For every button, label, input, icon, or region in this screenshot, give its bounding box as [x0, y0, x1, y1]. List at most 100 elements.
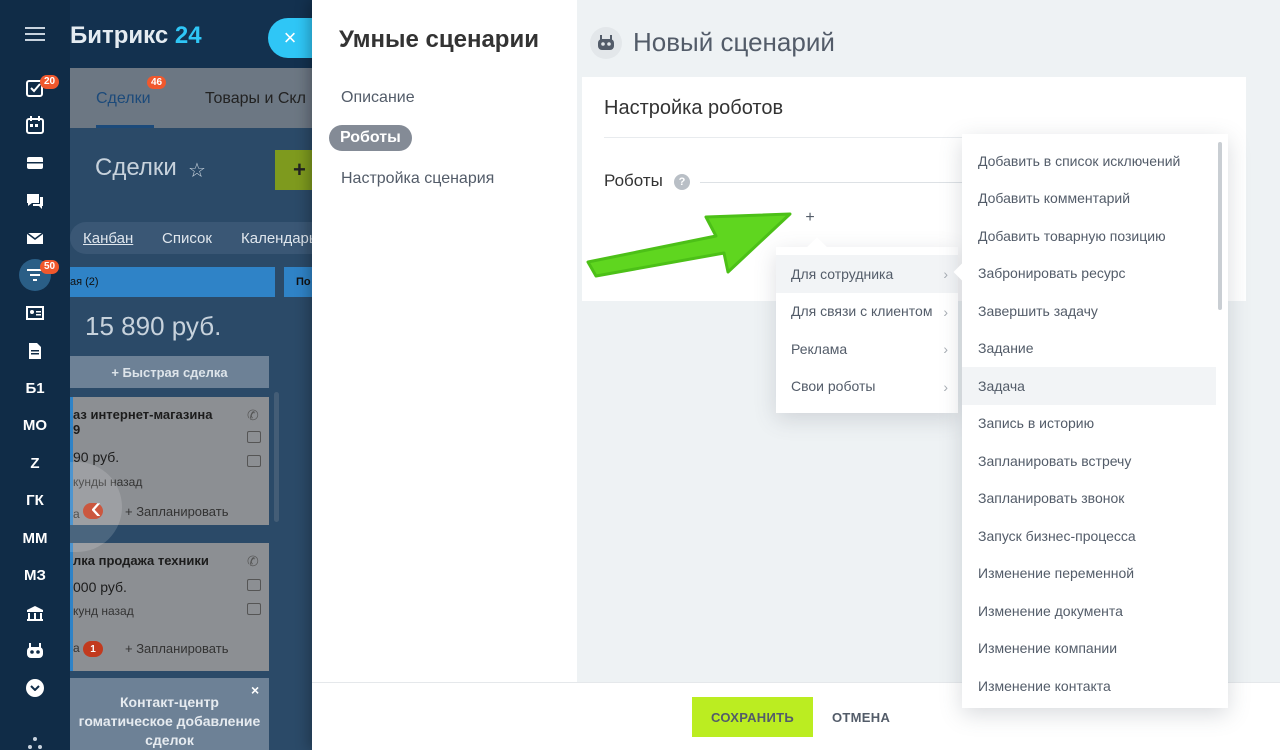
robot-list-item[interactable]: Запланировать встречу: [962, 442, 1228, 480]
star-icon[interactable]: ☆: [188, 158, 206, 183]
chat-bubble-icon[interactable]: [247, 603, 261, 615]
filter-badge: 50: [40, 260, 60, 274]
tasks-badge: 20: [40, 75, 60, 89]
rail-item-mo[interactable]: МО: [0, 410, 70, 440]
panel-title: Умные сценарии: [339, 26, 539, 53]
robot-list-item[interactable]: Изменение документа: [962, 592, 1228, 630]
robot-list-item[interactable]: Изменение компании: [962, 630, 1228, 668]
nav-robots[interactable]: Роботы: [329, 125, 412, 151]
rail-item-mm[interactable]: ММ: [0, 523, 70, 553]
robot-list-item[interactable]: Изменение контакта: [962, 667, 1228, 705]
add-robot-button[interactable]: +: [802, 209, 818, 226]
rail-item-z[interactable]: Z: [0, 448, 70, 478]
menu-item-client-communication[interactable]: Для связи с клиентом ›: [776, 293, 958, 331]
submenu-scrollbar[interactable]: [1218, 142, 1222, 310]
chat-icon[interactable]: [0, 186, 70, 216]
email-icon[interactable]: [247, 431, 261, 443]
robot-list-item[interactable]: Задание: [962, 330, 1228, 368]
save-button[interactable]: СОХРАНИТЬ: [692, 697, 813, 737]
bg-crm-tabs: Сделки 46 Товары и Скл: [70, 68, 315, 128]
contacts-icon[interactable]: [0, 298, 70, 328]
robot-list-item[interactable]: Запись в историю: [962, 405, 1228, 443]
menu-item-label: Для сотрудника: [791, 265, 894, 282]
close-banner-icon[interactable]: ×: [251, 682, 259, 698]
robot-list-item[interactable]: Забронировать ресурс: [962, 255, 1228, 293]
view-kanban[interactable]: Канбан: [83, 230, 133, 247]
tasks-icon[interactable]: 20: [0, 73, 70, 103]
rail-item-gk[interactable]: ГК: [0, 485, 70, 515]
robot-list-item[interactable]: Задача: [962, 367, 1216, 405]
quick-deal-button[interactable]: + Быстрая сделка: [70, 356, 269, 388]
robot-list-item[interactable]: Добавить в список исключений: [962, 142, 1228, 180]
kanban-scrollbar[interactable]: [274, 392, 279, 522]
nav-scenario-settings[interactable]: Настройка сценария: [341, 170, 494, 188]
store-icon[interactable]: [0, 598, 70, 628]
plan-activity-link[interactable]: + Запланировать: [125, 641, 228, 656]
crm-filter-icon[interactable]: 50: [0, 259, 70, 291]
nav-description[interactable]: Описание: [341, 89, 415, 107]
phone-icon[interactable]: ✆: [247, 407, 261, 423]
bitrix24-logo[interactable]: Битрикс 24: [70, 22, 202, 50]
cc-line2: гоматическое добавление: [78, 713, 261, 729]
calendar-icon[interactable]: [0, 110, 70, 140]
document-icon[interactable]: [0, 336, 70, 366]
drive-icon[interactable]: [0, 148, 70, 178]
deal-title: аз интернет-магазина: [73, 407, 213, 422]
rail-item-mz[interactable]: МЗ: [0, 560, 70, 590]
view-calendar[interactable]: Календарь: [241, 230, 315, 247]
menu-item-for-employee[interactable]: Для сотрудника ›: [776, 255, 958, 293]
robot-icon: [590, 27, 622, 59]
activity-counter: 1: [83, 641, 103, 657]
help-icon[interactable]: ?: [674, 174, 690, 190]
rail-item-b1[interactable]: Б1: [0, 373, 70, 403]
contact-center-banner[interactable]: Контакт-центр гоматическое добавление сд…: [70, 678, 269, 750]
mail-icon[interactable]: [0, 223, 70, 253]
view-list[interactable]: Список: [162, 230, 212, 247]
menu-item-label: Для связи с клиентом: [791, 303, 933, 320]
chat-bubble-icon[interactable]: [247, 455, 261, 467]
bg-header: Битрикс 24 ×: [70, 0, 315, 68]
card-title: Настройка роботов: [604, 97, 784, 119]
robot-category-menu: Для сотрудника › Для связи с клиентом › …: [776, 247, 958, 413]
robot-list-item[interactable]: Добавить товарную позицию: [962, 217, 1228, 255]
kanban-stage-header-2: По: [284, 267, 315, 297]
deal-title: лка продажа техники: [73, 553, 209, 568]
robot-list-item[interactable]: Изменение переменной: [962, 555, 1228, 593]
robot-list-item[interactable]: Запуск бизнес-процесса: [962, 517, 1228, 555]
plan-activity-link[interactable]: + Запланировать: [125, 504, 228, 519]
menu-icon[interactable]: [25, 27, 45, 41]
tab-products[interactable]: Товары и Скл: [205, 90, 306, 108]
structure-icon[interactable]: [0, 728, 70, 750]
cc-line3: сделок: [145, 732, 194, 748]
tab-deals[interactable]: Сделки: [96, 90, 151, 108]
background-crm-page: Битрикс 24 × Сделки 46 Товары и Скл Сдел…: [70, 0, 315, 750]
phone-icon[interactable]: ✆: [247, 553, 261, 569]
menu-item-label: Свои роботы: [791, 378, 876, 395]
more-chevron-icon[interactable]: [0, 673, 70, 703]
email-icon[interactable]: [247, 579, 261, 591]
robot-list-item[interactable]: Завершить задачу: [962, 292, 1228, 330]
panel-sidebar: Умные сценарии Описание Роботы Настройка…: [312, 0, 577, 682]
deal-card[interactable]: лка продажа техники 000 руб. кунд назад …: [70, 543, 269, 671]
menu-item-advertising[interactable]: Реклама ›: [776, 330, 958, 368]
scenario-title[interactable]: Новый сценарий: [633, 27, 835, 58]
deals-badge: 46: [147, 76, 167, 89]
bg-add-button[interactable]: +: [275, 150, 315, 190]
smart-scenarios-panel: Умные сценарии Описание Роботы Настройка…: [312, 0, 1280, 750]
chevron-right-icon: ›: [943, 266, 948, 282]
close-slider-button[interactable]: ×: [268, 18, 312, 58]
chevron-right-icon: ›: [943, 341, 948, 357]
robot-list-item[interactable]: Добавить комментарий: [962, 180, 1228, 218]
robot-list-submenu: Добавить в список исключений Добавить ком…: [962, 134, 1228, 708]
stage-sum: 15 890 руб.: [85, 311, 222, 341]
menu-item-custom-robots[interactable]: Свои роботы ›: [776, 368, 958, 406]
bg-page-title: Сделки: [95, 154, 177, 181]
robot-list-item[interactable]: Запланировать звонок: [962, 480, 1228, 518]
kanban-stage-header: ая (2): [70, 267, 275, 297]
menu-item-label: Реклама: [791, 340, 848, 357]
cancel-button[interactable]: ОТМЕНА: [824, 697, 898, 737]
robot-icon[interactable]: [0, 636, 70, 666]
chevron-right-icon: ›: [943, 303, 948, 320]
deal-price: 000 руб.: [73, 579, 127, 595]
logo-number: 24: [174, 22, 202, 49]
